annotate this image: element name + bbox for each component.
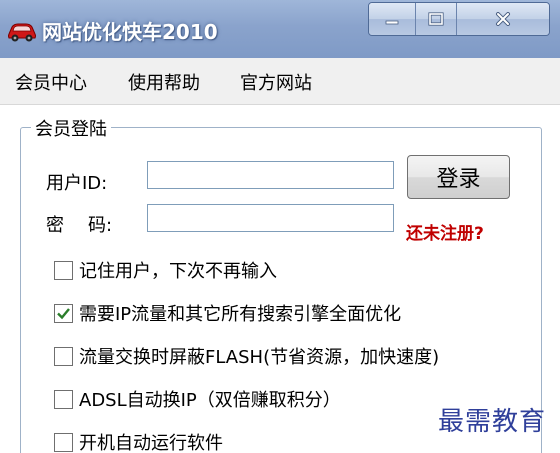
minimize-button[interactable]	[369, 3, 416, 35]
menu-official-site[interactable]: 官方网站	[240, 69, 312, 95]
checkbox[interactable]	[54, 389, 73, 409]
window-controls	[368, 2, 550, 36]
option-remember-user[interactable]: 记住用户，下次不再输入	[54, 257, 277, 283]
menu-member-center[interactable]: 会员中心	[15, 69, 87, 95]
password-label-char-2: 码:	[88, 215, 113, 236]
menu-help[interactable]: 使用帮助	[128, 69, 200, 95]
user-id-label: 用户ID:	[46, 173, 108, 194]
login-group-title: 会员登陆	[31, 115, 111, 141]
checkbox[interactable]	[54, 432, 73, 452]
login-button[interactable]: 登录	[407, 155, 510, 199]
minimize-icon	[385, 20, 399, 25]
option-adsl-auto-ip[interactable]: ADSL自动换IP（双倍赚取积分）	[54, 386, 341, 412]
app-window: 网站优化快车2010 会员中心 使用帮助 官方网站 会员登陆 用户ID: 密 码…	[0, 0, 560, 453]
password-label-char-1: 密	[46, 215, 64, 236]
option-label: ADSL自动换IP（双倍赚取积分）	[79, 390, 341, 411]
maximize-button[interactable]	[416, 3, 457, 35]
main-panel: 会员登陆 用户ID: 密 码: 登录 还未注册? 记住用户，下次不再输入 需要I…	[0, 105, 560, 453]
close-button[interactable]	[457, 3, 549, 35]
checkbox[interactable]	[54, 260, 73, 280]
watermark-text: 最需教育	[438, 407, 547, 437]
register-link[interactable]: 还未注册?	[406, 219, 484, 244]
password-input[interactable]	[147, 204, 394, 232]
option-label: 需要IP流量和其它所有搜索引擎全面优化	[79, 304, 402, 325]
title-bar[interactable]: 网站优化快车2010	[0, 0, 560, 59]
option-label: 开机自动运行软件	[79, 433, 223, 453]
menu-bar: 会员中心 使用帮助 官方网站	[0, 58, 560, 105]
checkmark-icon	[57, 307, 70, 319]
option-block-flash[interactable]: 流量交换时屏蔽FLASH(节省资源，加快速度)	[54, 343, 439, 369]
option-label: 流量交换时屏蔽FLASH(节省资源，加快速度)	[79, 347, 440, 368]
option-label: 记住用户，下次不再输入	[79, 261, 277, 282]
user-id-input[interactable]	[147, 161, 394, 189]
checkbox[interactable]	[54, 346, 73, 366]
option-full-optimization[interactable]: 需要IP流量和其它所有搜索引擎全面优化	[54, 300, 401, 326]
checkbox[interactable]	[54, 303, 73, 323]
window-title: 网站优化快车2010	[42, 20, 218, 44]
option-autostart[interactable]: 开机自动运行软件	[54, 429, 223, 453]
red-car-icon	[8, 23, 36, 42]
maximize-icon	[428, 12, 444, 26]
close-icon	[496, 12, 510, 26]
